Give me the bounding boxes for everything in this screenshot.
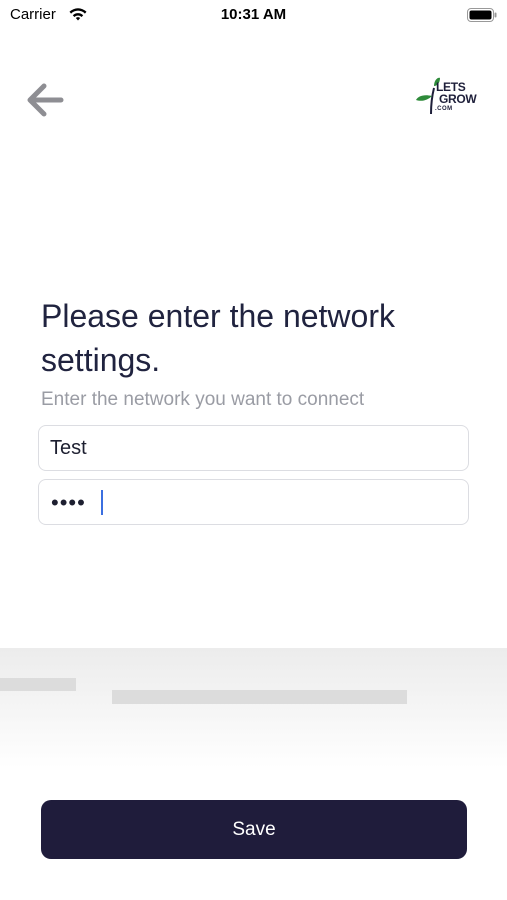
arrow-left-icon	[27, 83, 64, 117]
save-button[interactable]: Save	[41, 800, 467, 859]
battery-icon	[467, 8, 497, 22]
network-name-input[interactable]	[38, 425, 469, 471]
text-caret	[101, 490, 103, 515]
status-bar: Carrier 10:31 AM	[0, 0, 507, 32]
ghost-bar-center	[112, 690, 407, 704]
logo-text-grow: GROW	[439, 92, 477, 106]
ghost-bar-left	[0, 678, 76, 691]
clock: 10:31 AM	[220, 6, 287, 23]
brand-logo: LETS GROW .COM	[414, 74, 488, 118]
password-field[interactable]: ••••	[38, 479, 469, 525]
background-fade	[0, 648, 507, 768]
page-title: Please enter the network settings.	[41, 298, 395, 378]
password-value: ••••	[51, 490, 86, 515]
back-button[interactable]	[22, 80, 66, 120]
logo-text-com: .COM	[435, 106, 453, 112]
page-subtitle: Enter the network you want to connect	[41, 389, 365, 410]
